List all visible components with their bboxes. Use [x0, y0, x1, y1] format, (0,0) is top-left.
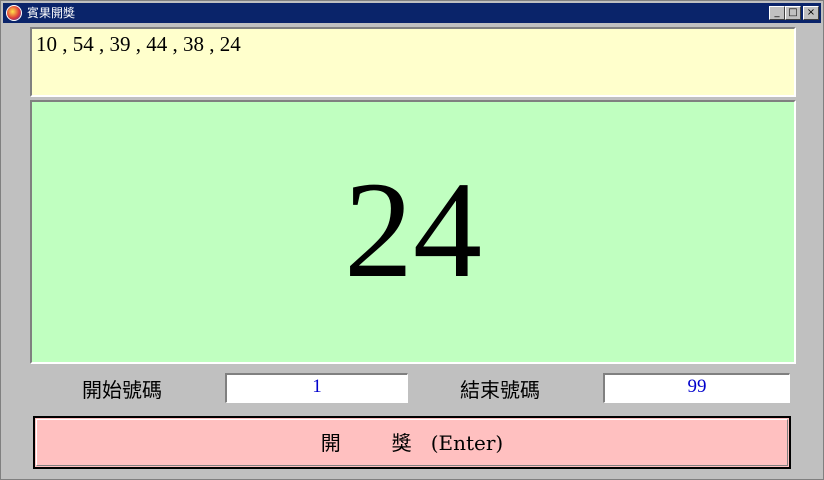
- end-number-field[interactable]: 99: [603, 373, 790, 403]
- start-number-label: 開始號碼: [82, 378, 162, 402]
- draw-button-label: 開 獎 (Enter): [320, 431, 504, 455]
- title-bar[interactable]: 賓果開獎 _ □ ×: [3, 3, 821, 23]
- app-window: 賓果開獎 _ □ × 10 , 54 , 39 , 44 , 38 , 24 2…: [0, 0, 824, 480]
- close-button[interactable]: ×: [803, 6, 819, 20]
- window-title: 賓果開獎: [27, 6, 76, 20]
- minimize-button[interactable]: _: [769, 6, 785, 20]
- drawn-numbers-text: 10 , 54 , 39 , 44 , 38 , 24: [36, 32, 241, 56]
- app-icon[interactable]: [6, 5, 22, 21]
- current-number-display: 24: [30, 100, 796, 364]
- draw-button[interactable]: 開 獎 (Enter): [33, 416, 791, 469]
- drawn-numbers-history[interactable]: 10 , 54 , 39 , 44 , 38 , 24: [30, 27, 796, 97]
- start-number-field[interactable]: 1: [225, 373, 408, 403]
- current-number: 24: [344, 153, 482, 306]
- maximize-button[interactable]: □: [785, 6, 801, 20]
- end-number-label: 結束號碼: [460, 378, 540, 402]
